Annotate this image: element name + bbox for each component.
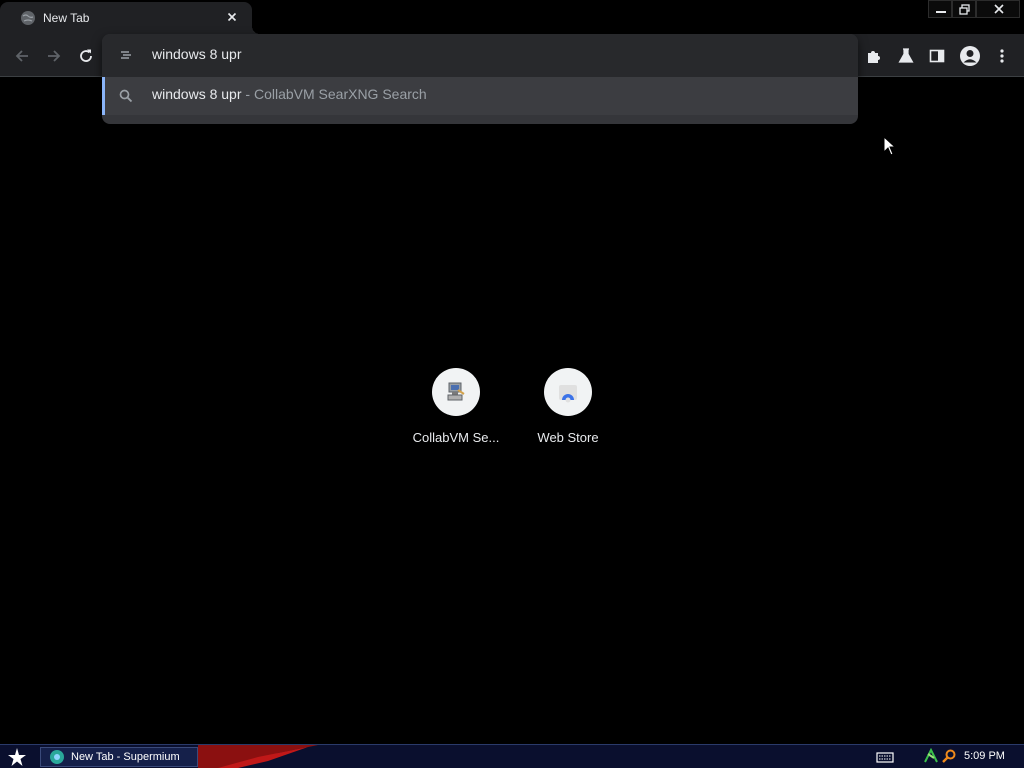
search-tray-icon[interactable] xyxy=(941,748,957,764)
profile-button[interactable] xyxy=(957,43,983,69)
omnibox-suggestion[interactable]: windows 8 upr - CollabVM SearXNG Search xyxy=(102,77,858,115)
minimize-button[interactable] xyxy=(928,0,952,18)
reload-icon xyxy=(80,49,92,62)
minimize-icon xyxy=(936,11,946,13)
collabvm-icon xyxy=(447,382,465,401)
star-icon xyxy=(8,748,26,766)
back-arrow-icon xyxy=(15,50,28,62)
keyboard-icon[interactable] xyxy=(876,750,894,764)
omnibox-popup: windows 8 upr - CollabVM SearXNG Search xyxy=(102,34,858,124)
flask-icon xyxy=(898,48,914,63)
back-button[interactable] xyxy=(9,43,35,69)
selection-indicator xyxy=(102,77,105,115)
tab-title: New Tab xyxy=(43,11,90,25)
taskbar-decoration xyxy=(198,745,318,768)
shortcut-web-store[interactable]: Web Store xyxy=(512,366,624,456)
shortcut-icon-wrapper xyxy=(432,368,480,416)
close-window-button[interactable] xyxy=(976,0,1020,18)
start-button[interactable] xyxy=(6,746,28,768)
side-panel-button[interactable] xyxy=(924,43,950,69)
page-info-icon[interactable] xyxy=(118,47,134,63)
labs-button[interactable] xyxy=(893,43,919,69)
side-panel-icon xyxy=(929,49,945,63)
menu-button[interactable] xyxy=(989,43,1015,69)
extensions-button[interactable] xyxy=(861,43,887,69)
tab-strip: New Tab xyxy=(0,0,1024,34)
supermium-icon xyxy=(50,750,64,764)
puzzle-icon xyxy=(868,51,880,63)
globe-icon xyxy=(21,11,35,25)
taskbar: New Tab - Supermium 5:09 PM xyxy=(0,744,1024,768)
search-icon xyxy=(119,89,133,103)
suggestion-separator: - xyxy=(241,86,254,102)
shortcut-label: CollabVM Se... xyxy=(412,430,500,445)
shortcut-label: Web Store xyxy=(537,430,599,445)
omnibox[interactable] xyxy=(102,34,858,77)
forward-button[interactable] xyxy=(41,43,67,69)
shortcut-collabvm[interactable]: CollabVM Se... xyxy=(400,366,512,456)
restore-button[interactable] xyxy=(952,0,976,18)
clock[interactable]: 5:09 PM xyxy=(964,750,1005,762)
network-icon[interactable] xyxy=(923,748,939,764)
taskbar-window-label: New Tab - Supermium xyxy=(71,751,180,763)
close-tab-icon[interactable] xyxy=(224,9,240,25)
avatar-icon xyxy=(960,46,980,66)
forward-arrow-icon xyxy=(48,50,61,62)
suggestion-engine: CollabVM SearXNG Search xyxy=(253,86,427,102)
tab-new-tab[interactable]: New Tab xyxy=(0,2,260,34)
web-store-icon xyxy=(559,385,577,403)
mouse-cursor-icon xyxy=(883,136,897,156)
shortcut-icon-wrapper xyxy=(544,368,592,416)
kebab-menu-icon xyxy=(1000,49,1004,63)
address-input[interactable] xyxy=(152,46,752,62)
suggestion-text: windows 8 upr - CollabVM SearXNG Search xyxy=(152,86,427,102)
suggestion-query: windows 8 upr xyxy=(152,86,242,102)
close-icon xyxy=(994,4,1004,14)
reload-button[interactable] xyxy=(73,43,99,69)
restore-icon xyxy=(959,4,970,15)
taskbar-window-button[interactable]: New Tab - Supermium xyxy=(40,747,198,767)
